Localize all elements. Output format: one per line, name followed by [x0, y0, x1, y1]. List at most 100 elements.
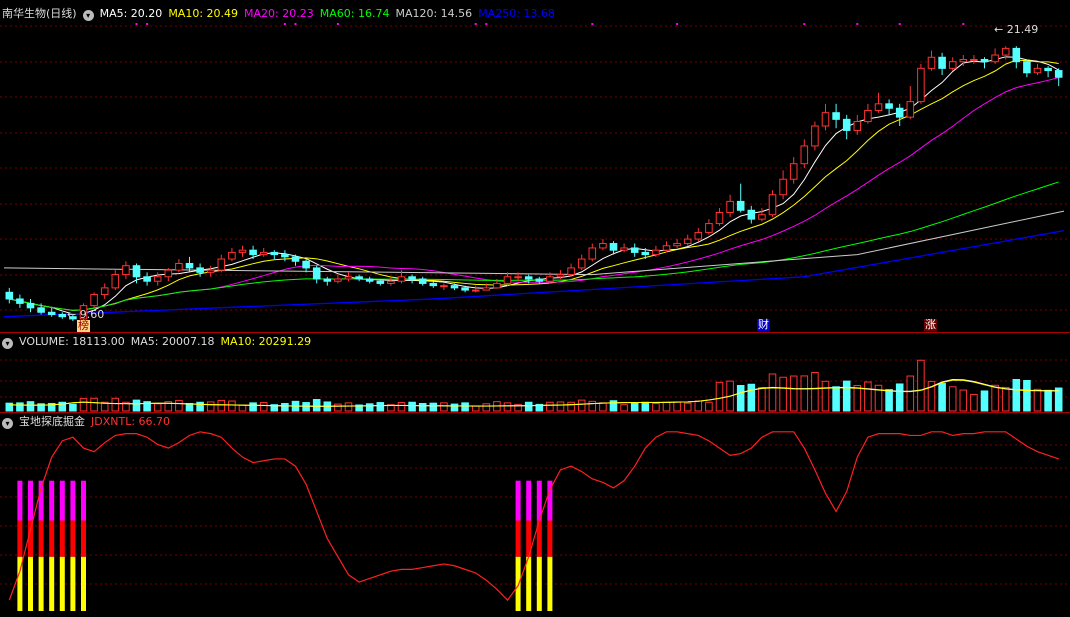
- candle-body: [238, 249, 247, 253]
- volume-bar: [577, 399, 586, 412]
- signal-dot: [135, 23, 138, 25]
- candle-body: [344, 276, 353, 280]
- volume-bar: [1023, 380, 1031, 412]
- volume-bar: [694, 400, 703, 412]
- volume-bar: [917, 359, 925, 412]
- kline-chart-canvas[interactable]: [0, 0, 1070, 617]
- candle-body: [726, 200, 734, 213]
- candle-body: [132, 265, 141, 278]
- candle-body: [312, 267, 321, 280]
- volume-legend: ▾ VOLUME: 18113.00 MA5: 20007.18 MA10: 2029…: [2, 334, 317, 350]
- volume-bar: [132, 399, 141, 412]
- signal-dots: [135, 23, 965, 25]
- candle-body: [153, 276, 162, 282]
- candle-body: [620, 247, 628, 251]
- candle-body: [58, 313, 67, 318]
- candle-body: [736, 200, 745, 211]
- signal-dot: [803, 23, 806, 25]
- candle-body: [938, 56, 946, 69]
- chevron-down-icon[interactable]: ▾: [2, 338, 13, 349]
- separator-volume-indicator: [0, 412, 1070, 413]
- candle-body: [1033, 67, 1042, 74]
- volume-bar: [641, 401, 650, 412]
- candle-body: [970, 58, 978, 61]
- volume-bar: [821, 380, 830, 412]
- volume-bar: [832, 386, 840, 412]
- event-marker-cai[interactable]: 财: [757, 319, 770, 331]
- candle-body: [885, 103, 893, 109]
- volume-bar: [259, 402, 268, 412]
- volume-bar: [153, 403, 162, 412]
- candle-body: [959, 58, 968, 63]
- volume-bar: [556, 401, 565, 412]
- candle-body: [853, 121, 862, 131]
- signal-bar-magenta: [28, 480, 33, 521]
- event-marker-bang[interactable]: 榜: [77, 320, 90, 332]
- candle-body: [37, 307, 45, 313]
- signal-bar-yellow: [536, 556, 542, 611]
- volume-bar: [768, 373, 777, 412]
- volume-bar: [970, 393, 978, 412]
- volume-bar: [217, 399, 226, 412]
- volume-bar: [503, 402, 512, 412]
- candle-body: [334, 278, 342, 282]
- main-legend: 南华生物(日线) ▾ MA5: 20.20 MA10: 20.49 MA20: 20.2…: [2, 6, 561, 22]
- signal-bar-red: [70, 520, 76, 557]
- volume-bar: [344, 402, 353, 412]
- volume-bar: [980, 390, 989, 412]
- indicator-name: 宝地探底掘金: [19, 415, 85, 428]
- volume-bar: [334, 403, 342, 412]
- volume-bar: [736, 384, 745, 412]
- candle-body: [609, 243, 618, 251]
- candle-body: [811, 125, 819, 147]
- signal-dot: [591, 23, 594, 25]
- volume-bar: [959, 389, 968, 412]
- candle-body: [662, 245, 671, 251]
- candle-body: [355, 276, 363, 280]
- candle-body: [122, 265, 130, 276]
- volume-bar: [1012, 378, 1021, 412]
- signal-bar-yellow: [38, 556, 44, 611]
- ma-legend-item: MA5: 20.20: [99, 7, 163, 20]
- volume-bar: [673, 401, 681, 412]
- candle-body: [1044, 67, 1052, 72]
- stock-title[interactable]: 南华生物(日线): [2, 7, 77, 20]
- candle-body: [906, 101, 915, 118]
- signal-bar-yellow: [515, 556, 521, 611]
- signal-bar-red: [38, 520, 44, 557]
- candle-body: [864, 109, 872, 123]
- signal-bar-yellow: [70, 556, 76, 611]
- volume-bar: [885, 389, 893, 412]
- volume-bar: [196, 401, 204, 412]
- candle-body: [514, 276, 522, 279]
- signal-bar-yellow: [28, 556, 33, 611]
- chevron-down-icon[interactable]: ▾: [82, 10, 94, 21]
- candle-body: [47, 311, 56, 315]
- candle-body: [1023, 61, 1031, 74]
- candle-body: [228, 251, 236, 260]
- signal-bar-yellow: [526, 556, 532, 611]
- event-marker-zhang[interactable]: 涨: [924, 319, 937, 331]
- candle-body: [673, 243, 681, 247]
- candle-body: [270, 251, 279, 256]
- candle-body: [90, 294, 98, 307]
- high-price-label: ← 21.49: [994, 23, 1039, 36]
- candle-body: [387, 280, 395, 284]
- candle-body: [26, 302, 35, 309]
- signal-dot: [676, 23, 679, 25]
- high-price-value: 21.49: [1006, 23, 1039, 36]
- signal-dot: [146, 23, 149, 25]
- candle-body: [567, 267, 575, 276]
- volume-bar: [779, 376, 787, 412]
- volume-bar: [482, 403, 491, 412]
- volume-bar: [747, 383, 756, 412]
- chevron-down-icon[interactable]: ▾: [2, 418, 13, 429]
- signal-dot: [898, 23, 901, 25]
- signal-bars: [17, 480, 553, 611]
- volume-ma10: MA10: 20291.29: [220, 335, 312, 348]
- volume-bar: [620, 404, 628, 412]
- volume-bar: [249, 402, 257, 412]
- volume-bar: [397, 402, 406, 412]
- signal-bar-yellow: [59, 556, 65, 611]
- candle-body: [800, 145, 809, 165]
